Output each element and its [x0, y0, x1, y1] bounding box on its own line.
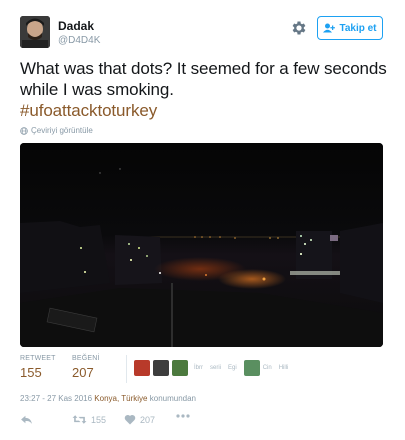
like-button[interactable]: 207	[124, 414, 155, 425]
follow-label: Takip et	[339, 22, 377, 34]
retweet-button[interactable]: 155	[72, 414, 106, 425]
follow-button[interactable]: Takip et	[317, 16, 383, 40]
liker-name[interactable]: Cin	[263, 365, 272, 371]
liker-avatar[interactable]	[243, 360, 260, 376]
like-stat[interactable]: BEĞENİ 207	[72, 355, 100, 380]
liker-name[interactable]: Egi	[228, 365, 237, 371]
liker-name[interactable]: serii	[210, 365, 221, 371]
hashtag-link[interactable]: #ufoattacktoturkey	[20, 101, 157, 120]
retweet-label: RETWEET	[20, 355, 56, 362]
retweet-stat[interactable]: RETWEET 155	[20, 355, 56, 380]
retweet-icon	[72, 415, 87, 424]
likers-list: İbrr serii Egi Cin Hilli	[134, 360, 295, 376]
timestamp-time[interactable]: 23:27 - 27 Kas 2016	[20, 394, 92, 403]
tweet-timestamp: 23:27 - 27 Kas 2016 Konya, Türkiye konum…	[20, 394, 196, 403]
liker-avatar[interactable]	[172, 360, 188, 376]
like-count: 207	[72, 365, 94, 380]
username[interactable]: @D4D4K	[58, 35, 100, 46]
timestamp-suffix: konumundan	[149, 394, 197, 403]
reply-icon	[21, 415, 32, 424]
tweet-stats: RETWEET 155 BEĞENİ 207 İbrr serii Egi Ci…	[20, 355, 383, 387]
liker-name[interactable]: Hilli	[279, 365, 289, 371]
tweet-header: Dadak @D4D4K Takip et	[0, 0, 405, 56]
gear-icon[interactable]	[290, 19, 308, 37]
more-icon	[176, 414, 190, 418]
globe-icon	[20, 126, 28, 135]
more-button[interactable]	[176, 414, 190, 418]
liker-avatar[interactable]	[134, 360, 150, 376]
like-label: BEĞENİ	[72, 355, 100, 362]
display-name[interactable]: Dadak	[58, 19, 94, 33]
reply-button[interactable]	[20, 414, 33, 425]
liker-avatar[interactable]	[153, 360, 169, 376]
heart-icon	[124, 414, 136, 425]
tweet-text: What was that dots? It seemed for a few …	[20, 58, 390, 121]
tweet-body: What was that dots? It seemed for a few …	[20, 59, 387, 99]
stats-divider	[126, 355, 127, 383]
tweet-photo[interactable]	[20, 143, 383, 347]
liker-name[interactable]: İbrr	[194, 365, 203, 371]
timestamp-location[interactable]: Konya, Türkiye	[94, 394, 147, 403]
translate-label: Çeviriyi görüntüle	[31, 126, 93, 135]
retweet-action-count: 155	[91, 414, 107, 425]
add-user-icon	[323, 23, 336, 33]
like-action-count: 207	[140, 414, 156, 425]
user-avatar[interactable]	[20, 16, 50, 48]
translate-link[interactable]: Çeviriyi görüntüle	[20, 126, 93, 135]
retweet-count: 155	[20, 365, 42, 380]
